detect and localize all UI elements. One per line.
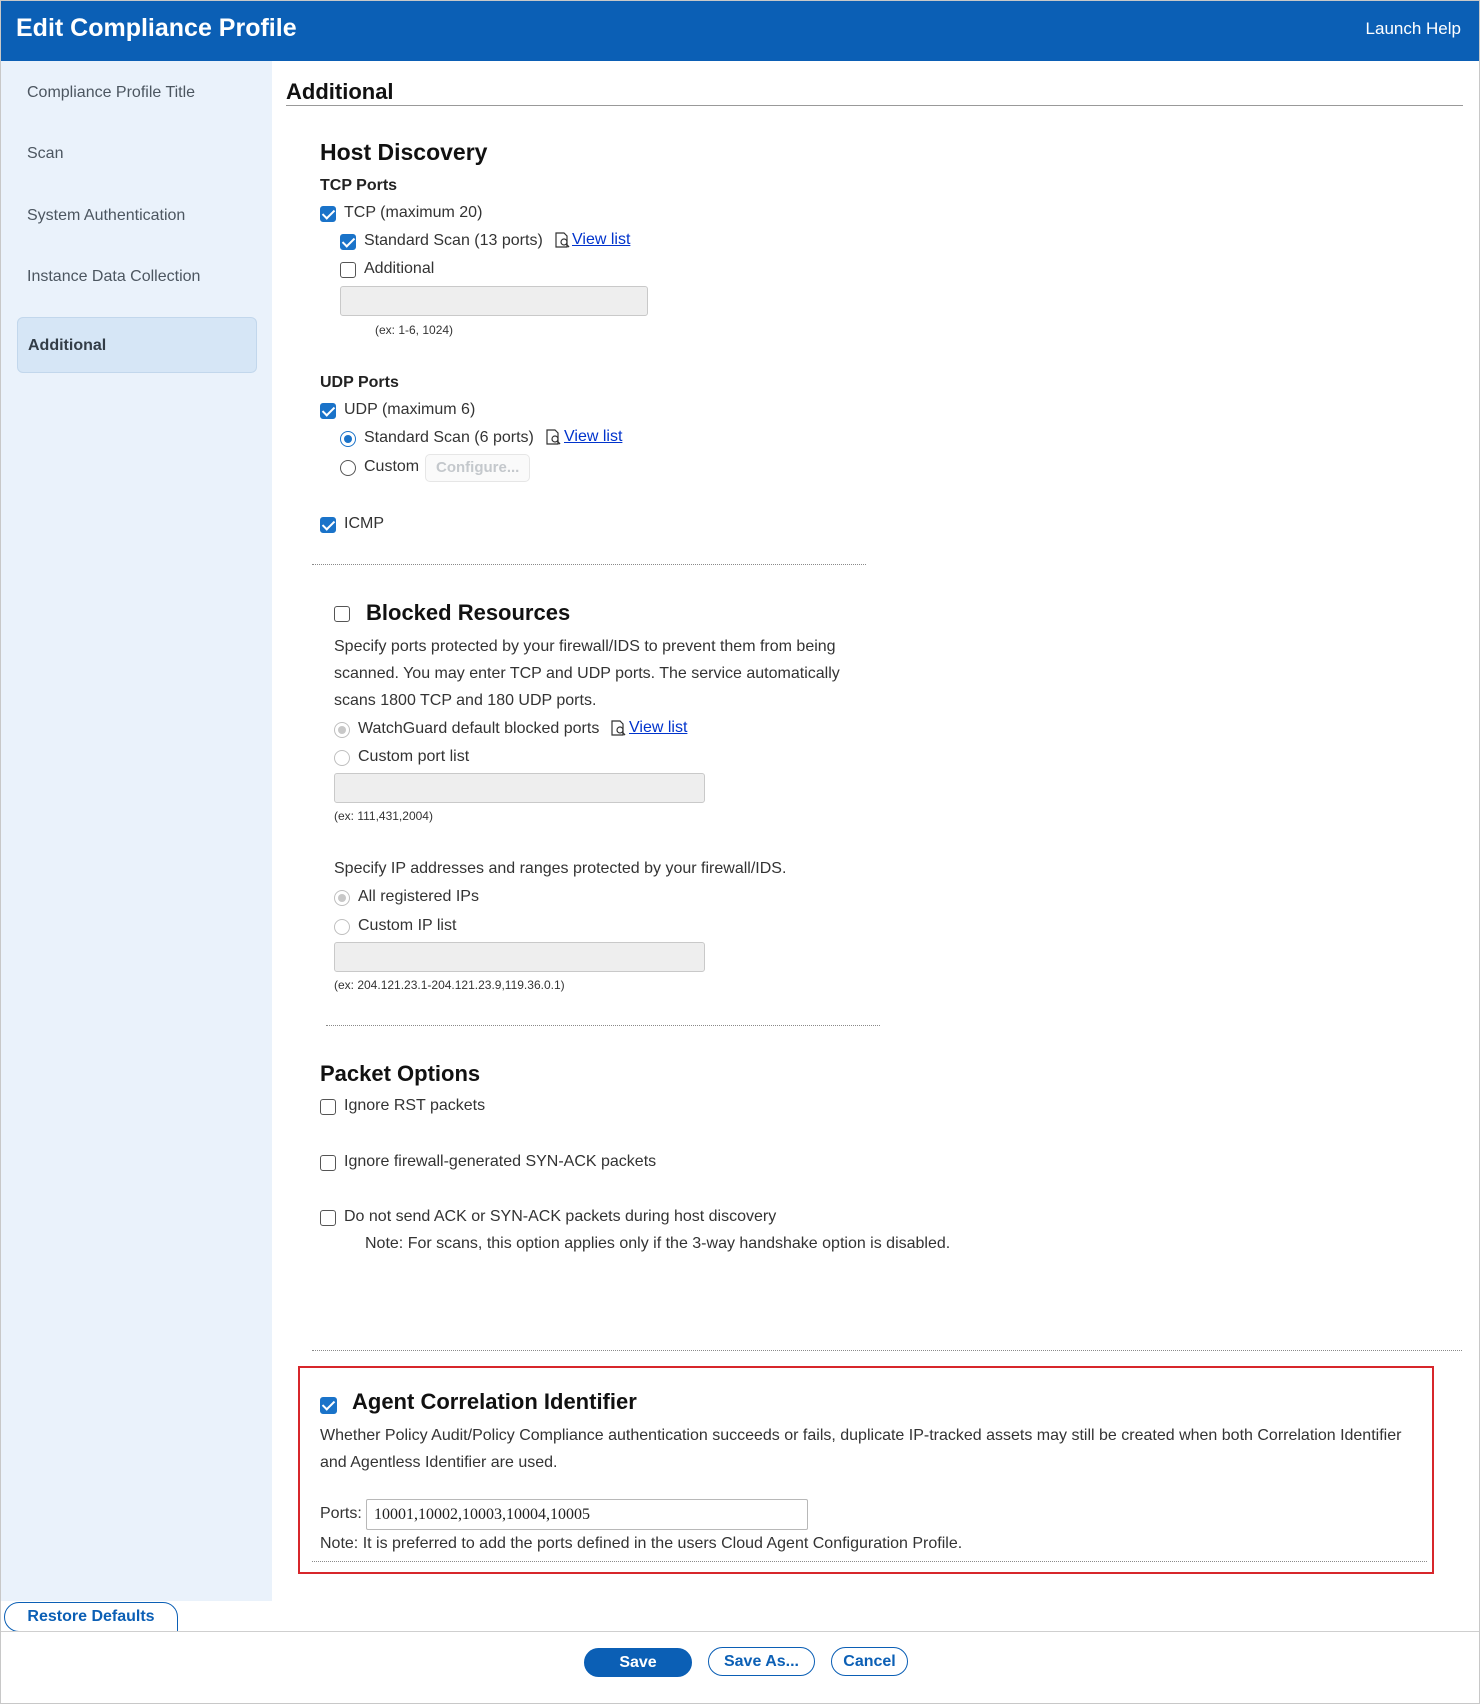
udp-label: UDP (maximum 6) [344, 401, 476, 418]
restore-defaults-button[interactable]: Restore Defaults [4, 1602, 178, 1632]
tcp-additional-checkbox[interactable] [340, 262, 356, 278]
save-button[interactable]: Save [584, 1648, 692, 1677]
ignore-synack-checkbox[interactable] [320, 1155, 336, 1171]
custom-ip-list-radio[interactable] [334, 919, 350, 935]
udp-custom-radio[interactable] [340, 460, 356, 476]
section-divider [286, 105, 1463, 106]
footer-divider [1, 1631, 1479, 1632]
dialog-window: Edit Compliance Profile Launch Help Comp… [0, 0, 1480, 1704]
section-separator [326, 1025, 880, 1026]
icmp-label: ICMP [344, 515, 384, 532]
tcp-additional-input[interactable] [340, 286, 648, 316]
ignore-rst-label: Ignore RST packets [344, 1097, 486, 1114]
agent-correlation-description: Whether Policy Audit/Policy Compliance a… [320, 1427, 1402, 1471]
udp-standard-scan-label: Standard Scan (6 ports) [364, 429, 534, 446]
all-registered-ips-radio[interactable] [334, 890, 350, 906]
tcp-ports-heading: TCP Ports [320, 177, 398, 194]
custom-ip-list-input[interactable] [334, 942, 705, 972]
tcp-standard-scan-label: Standard Scan (13 ports) [364, 232, 543, 249]
custom-ip-list-label: Custom IP list [358, 917, 457, 934]
ignore-synack-label: Ignore firewall-generated SYN-ACK packet… [344, 1153, 657, 1170]
ports-label: Ports: [320, 1505, 362, 1522]
view-list-icon [611, 720, 626, 736]
sidebar-item-scan[interactable]: Scan [17, 126, 257, 182]
custom-port-list-hint: (ex: 111,431,2004) [334, 809, 433, 823]
sidebar-item-additional[interactable]: Additional [17, 317, 257, 373]
sidebar-item-system-authentication[interactable]: System Authentication [17, 188, 257, 244]
launch-help-link[interactable]: Launch Help [1366, 19, 1461, 39]
section-separator [312, 1350, 1462, 1351]
save-as-button[interactable]: Save As... [708, 1647, 815, 1676]
tcp-standard-scan-checkbox[interactable] [340, 234, 356, 250]
section-title: Additional [286, 79, 394, 104]
tcp-additional-label: Additional [364, 260, 435, 277]
udp-ports-heading: UDP Ports [320, 374, 399, 391]
section-separator [312, 1561, 1427, 1562]
ports-input[interactable]: 10001,10002,10003,10004,10005 [366, 1499, 808, 1530]
no-ack-note: Note: For scans, this option applies onl… [365, 1235, 951, 1252]
main-content: Additional Host Discovery TCP Ports TCP … [272, 61, 1479, 1601]
sidebar-item-compliance-profile-title[interactable]: Compliance Profile Title [17, 65, 257, 121]
view-list-icon [546, 429, 561, 445]
no-ack-checkbox[interactable] [320, 1210, 336, 1226]
title-bar: Edit Compliance Profile Launch Help [1, 1, 1479, 61]
custom-port-list-radio[interactable] [334, 750, 350, 766]
udp-checkbox[interactable] [320, 403, 336, 419]
custom-port-list-input[interactable] [334, 773, 705, 803]
tcp-view-list-link[interactable]: View list [572, 231, 630, 249]
icmp-checkbox[interactable] [320, 517, 336, 533]
host-discovery-heading: Host Discovery [320, 139, 488, 165]
custom-port-list-label: Custom port list [358, 748, 470, 765]
tcp-label: TCP (maximum 20) [344, 204, 483, 221]
cancel-button[interactable]: Cancel [831, 1647, 908, 1676]
udp-view-list-link[interactable]: View list [564, 428, 622, 446]
ports-note: Note: It is preferred to add the ports d… [320, 1535, 963, 1552]
blocked-resources-description: Specify ports protected by your firewall… [334, 638, 840, 709]
sidebar-nav: Compliance Profile Title Scan System Aut… [1, 61, 272, 1601]
blocked-resources-checkbox[interactable] [334, 606, 350, 622]
custom-ip-list-hint: (ex: 204.121.23.1-204.121.23.9,119.36.0.… [334, 978, 565, 992]
section-separator [312, 564, 866, 565]
ignore-rst-checkbox[interactable] [320, 1099, 336, 1115]
packet-options-heading: Packet Options [320, 1061, 481, 1086]
no-ack-label: Do not send ACK or SYN-ACK packets durin… [344, 1208, 777, 1225]
dialog-title: Edit Compliance Profile [16, 14, 297, 42]
udp-standard-scan-radio[interactable] [340, 431, 356, 447]
ip-protection-description: Specify IP addresses and ranges protecte… [334, 860, 787, 877]
agent-correlation-heading: Agent Correlation Identifier [352, 1389, 637, 1414]
tcp-additional-hint: (ex: 1-6, 1024) [375, 323, 454, 337]
blocked-resources-heading: Blocked Resources [366, 600, 571, 625]
view-list-icon [555, 232, 570, 248]
udp-custom-label: Custom [364, 458, 420, 475]
sidebar-item-instance-data-collection[interactable]: Instance Data Collection [17, 249, 257, 305]
agent-correlation-checkbox[interactable] [320, 1397, 337, 1414]
udp-configure-button[interactable]: Configure... [425, 454, 531, 482]
all-registered-ips-label: All registered IPs [358, 888, 479, 905]
tcp-checkbox[interactable] [320, 206, 336, 222]
watchguard-default-label: WatchGuard default blocked ports [358, 720, 600, 737]
watchguard-default-radio[interactable] [334, 722, 350, 738]
blocked-view-list-link[interactable]: View list [629, 719, 687, 737]
